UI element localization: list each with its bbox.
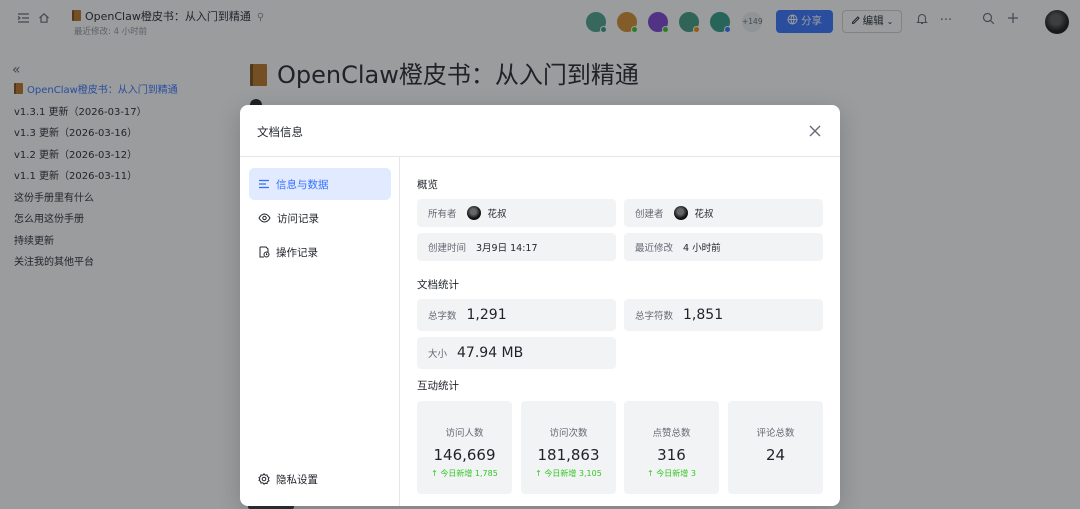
words-label: 总字数 — [428, 311, 457, 322]
words-value: 1,291 — [466, 307, 507, 323]
stat-value: 146,669 — [433, 446, 496, 464]
size-value: 47.94 MB — [457, 345, 524, 361]
stat-value: 24 — [765, 446, 786, 464]
creator-name[interactable]: 花叔 — [695, 206, 714, 220]
word-count-cell: 总字数 1,291 — [417, 299, 616, 331]
eye-icon — [258, 213, 271, 223]
size-label: 大小 — [428, 349, 448, 360]
nav-item-operations[interactable]: 操作记录 — [249, 236, 391, 268]
nav-item-info[interactable]: 信息与数据 — [249, 168, 391, 200]
char-count-cell: 总字符数 1,851 — [624, 299, 823, 331]
comments-stat-card: 评论总数 24 — [728, 401, 823, 494]
document-info-dialog: 文档信息 信息与数据 访问记录 操作记录 隐私设置 概览 所有者 花叔 创建者 … — [240, 105, 840, 506]
size-cell: 大小 47.94 MB — [417, 337, 616, 369]
dialog-title: 文档信息 — [257, 125, 303, 139]
owner-cell: 所有者 花叔 — [417, 199, 616, 227]
chars-label: 总字符数 — [635, 311, 674, 322]
stat-label: 点赞总数 — [652, 428, 691, 439]
stat-today-increase: ↑ 今日新增 1,785 — [431, 469, 498, 478]
creator-cell: 创建者 花叔 — [624, 199, 823, 227]
visitors-stat-card: 访问人数 146,669 ↑ 今日新增 1,785 — [417, 401, 512, 494]
stat-today-increase: ↑ 今日新增 3,105 — [535, 469, 602, 478]
created-label: 创建时间 — [428, 243, 467, 254]
created-time-cell: 创建时间 3月9日 14:17 — [417, 233, 616, 261]
dialog-sidebar: 信息与数据 访问记录 操作记录 隐私设置 — [240, 157, 400, 506]
dialog-content: 概览 所有者 花叔 创建者 花叔 创建时间 3月9日 14:17 最近修改 4 … — [400, 157, 840, 506]
history-document-icon — [259, 246, 270, 258]
nav-item-visits[interactable]: 访问记录 — [249, 202, 391, 234]
stat-value: 316 — [657, 446, 686, 464]
modified-label: 最近修改 — [635, 243, 674, 254]
created-value: 3月9日 14:17 — [476, 243, 538, 254]
visits-stat-card: 访问次数 181,863 ↑ 今日新增 3,105 — [521, 401, 616, 494]
stat-label: 评论总数 — [756, 428, 795, 439]
doc-stats-title: 文档统计 — [417, 279, 459, 291]
nav-item-label: 操作记录 — [276, 246, 318, 259]
stat-label: 访问人数 — [445, 428, 484, 439]
avatar — [466, 206, 481, 220]
interaction-stats-title: 互动统计 — [417, 380, 459, 392]
stat-today-increase: ↑ 今日新增 3 — [647, 469, 696, 478]
gear-icon — [258, 473, 270, 485]
modified-time-cell: 最近修改 4 小时前 — [624, 233, 823, 261]
avatar — [673, 206, 688, 220]
nav-item-label: 隐私设置 — [276, 473, 318, 486]
nav-item-privacy[interactable]: 隐私设置 — [249, 463, 391, 495]
chars-value: 1,851 — [683, 307, 724, 323]
creator-label: 创建者 — [635, 209, 664, 220]
nav-item-label: 信息与数据 — [276, 178, 329, 191]
stat-label: 访问次数 — [549, 428, 588, 439]
owner-name[interactable]: 花叔 — [488, 206, 507, 220]
overview-title: 概览 — [417, 179, 438, 191]
close-icon[interactable] — [806, 122, 824, 140]
owner-label: 所有者 — [428, 209, 457, 220]
modified-value: 4 小时前 — [683, 243, 721, 254]
dialog-header: 文档信息 — [240, 105, 840, 157]
lines-icon — [259, 179, 269, 189]
nav-item-label: 访问记录 — [277, 212, 319, 225]
stat-value: 181,863 — [537, 446, 600, 464]
likes-stat-card: 点赞总数 316 ↑ 今日新增 3 — [624, 401, 719, 494]
